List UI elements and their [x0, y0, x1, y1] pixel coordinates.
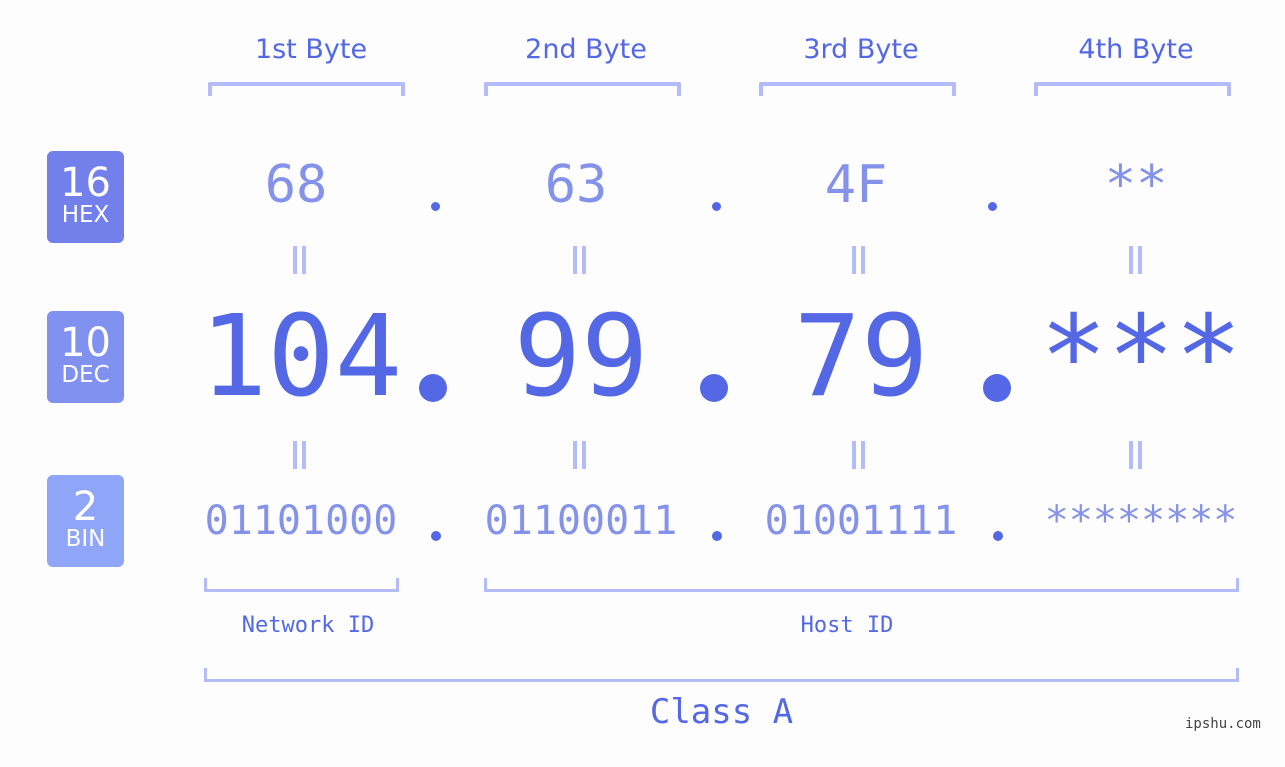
equals-icon — [570, 441, 590, 471]
equals-icon — [1126, 441, 1146, 471]
byte-header-3: 3rd Byte — [803, 34, 919, 65]
byte-bracket-2 — [484, 82, 681, 96]
hex-badge-number: 16 — [60, 160, 111, 206]
bin-separator-dot — [431, 531, 441, 541]
dec-separator-dot — [700, 374, 728, 402]
hex-value-2: 63 — [544, 155, 608, 215]
equals-icon — [849, 246, 869, 276]
byte-bracket-3 — [759, 82, 956, 96]
equals-icon — [1126, 246, 1146, 276]
hex-badge-label: HEX — [61, 202, 110, 228]
equals-icon — [849, 441, 869, 471]
network-id-label: Network ID — [241, 613, 375, 638]
bin-badge: 2 BIN — [47, 475, 124, 567]
dec-value-1: 104 — [199, 292, 403, 422]
hex-value-1: 68 — [264, 155, 328, 215]
bin-value-2: 01100011 — [484, 498, 678, 544]
bin-badge-number: 2 — [72, 484, 99, 530]
bin-badge-label: BIN — [65, 526, 106, 552]
dec-value-4: *** — [1039, 292, 1243, 422]
hex-separator-dot — [431, 202, 440, 211]
byte-header-1: 1st Byte — [254, 34, 368, 65]
hex-value-4: ** — [1104, 155, 1168, 215]
dec-separator-dot — [419, 374, 447, 402]
bin-value-4: ******** — [1044, 498, 1238, 544]
equals-icon — [290, 441, 310, 471]
equals-icon — [570, 246, 590, 276]
host-id-label: Host ID — [800, 613, 894, 638]
dec-value-2: 99 — [513, 292, 649, 422]
bin-value-1: 01101000 — [204, 498, 398, 544]
network-id-bracket — [204, 578, 399, 592]
hex-separator-dot — [712, 202, 721, 211]
byte-header-4: 4th Byte — [1078, 34, 1194, 65]
hex-badge: 16 HEX — [47, 151, 124, 243]
dec-badge-label: DEC — [61, 362, 110, 388]
byte-header-2: 2nd Byte — [525, 34, 647, 65]
dec-badge: 10 DEC — [47, 311, 124, 403]
hex-value-3: 4F — [824, 155, 888, 215]
dec-separator-dot — [983, 374, 1011, 402]
dec-value-3: 79 — [793, 292, 929, 422]
watermark: ipshu.com — [1185, 716, 1261, 732]
bin-value-3: 01001111 — [764, 498, 958, 544]
equals-icon — [290, 246, 310, 276]
bin-separator-dot — [993, 531, 1003, 541]
host-id-bracket — [484, 578, 1239, 592]
class-bracket — [204, 668, 1239, 682]
byte-bracket-4 — [1034, 82, 1231, 96]
bin-separator-dot — [712, 531, 722, 541]
dec-badge-number: 10 — [60, 320, 111, 366]
hex-separator-dot — [988, 202, 997, 211]
class-label: Class A — [649, 692, 794, 732]
byte-bracket-1 — [208, 82, 405, 96]
